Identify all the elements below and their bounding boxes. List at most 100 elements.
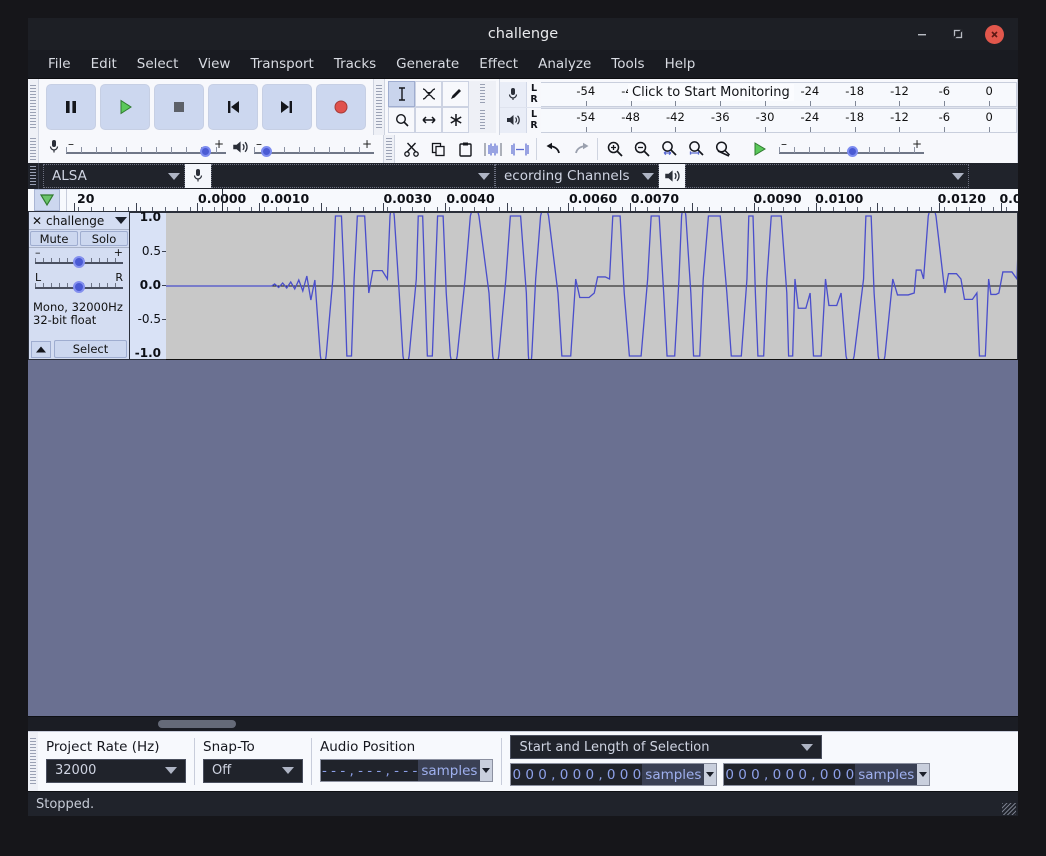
skip-to-end-button[interactable] (262, 84, 312, 130)
selection-length-field[interactable]: 0 0 0 , 0 0 0 , 0 0 0 samples (723, 763, 931, 786)
selection-toolbar-grip[interactable] (28, 732, 38, 791)
meter-toolbars: LR -54 -48 -42 -36 -30 -24 -18 -12 -6 0 Click to … (500, 79, 1018, 135)
close-track-icon[interactable]: ✕ (31, 214, 43, 228)
track-menu-icon[interactable] (115, 217, 127, 224)
audio-position-spinner[interactable] (480, 760, 493, 781)
selection-group: Start and Length of Selection 0 0 0 , 0 … (502, 732, 938, 791)
recording-meter[interactable]: LR -54-48-42-36-30-24-18-12-60 Click to … (500, 81, 1017, 108)
menu-item-tracks[interactable]: Tracks (324, 53, 386, 75)
close-icon[interactable] (985, 24, 1004, 44)
meter-scale-label: -54 (576, 109, 596, 124)
edit-toolbar-separator-2 (597, 138, 598, 160)
zoom-toggle-button[interactable] (709, 136, 736, 162)
selection-length-unit: samples (855, 764, 918, 785)
menu-item-edit[interactable]: Edit (81, 53, 127, 75)
tools-grip-spacer-2 (469, 107, 496, 133)
microphone-icon[interactable] (500, 81, 527, 107)
menu-item-select[interactable]: Select (127, 53, 189, 75)
menu-item-generate[interactable]: Generate (386, 53, 469, 75)
window-controls (913, 18, 1012, 50)
collapse-up-icon[interactable] (31, 340, 51, 358)
fit-project-button[interactable] (682, 136, 709, 162)
menu-item-effect[interactable]: Effect (469, 53, 528, 75)
redo-button[interactable] (567, 136, 594, 162)
paste-button[interactable] (452, 136, 479, 162)
playback-meter[interactable]: LR -54 -48 -42 -36 -30 -24 -18 -12 -6 0 (500, 107, 1017, 133)
maximize-icon[interactable] (949, 25, 967, 43)
selection-mode-combo[interactable]: Start and Length of Selection (510, 735, 823, 759)
menu-item-help[interactable]: Help (655, 53, 706, 75)
envelope-tool-button[interactable] (415, 81, 442, 107)
playback-volume-slider[interactable]: – + (254, 137, 374, 158)
mute-button[interactable]: Mute (30, 231, 78, 246)
zoom-in-button[interactable] (601, 136, 628, 162)
playback-device-select[interactable] (685, 164, 969, 188)
menu-item-view[interactable]: View (188, 53, 240, 75)
minimize-icon[interactable] (913, 25, 931, 43)
menu-item-analyze[interactable]: Analyze (528, 53, 601, 75)
play-button[interactable] (100, 84, 150, 130)
track-gain-slider[interactable]: – + (35, 246, 123, 273)
time-shift-tool-button[interactable] (415, 107, 442, 133)
timeline-left (28, 189, 67, 211)
mixer-toolbar-grip[interactable] (28, 135, 39, 163)
recording-device-select[interactable] (211, 164, 495, 188)
transport-toolbar-grip[interactable] (28, 79, 39, 135)
multi-tool-button[interactable] (442, 107, 469, 133)
zoom-tool-button[interactable] (388, 107, 415, 133)
selection-tool-button[interactable] (388, 81, 415, 107)
trim-audio-button[interactable] (479, 136, 506, 162)
zoom-out-button[interactable] (628, 136, 655, 162)
silence-audio-button[interactable] (506, 136, 533, 162)
project-rate-combo[interactable]: 32000 (46, 758, 186, 783)
microphone-icon (47, 138, 61, 160)
track-area[interactable]: ✕ challenge Mute Solo – + L R Mono, 3200… (28, 212, 1018, 716)
timeline-ruler[interactable]: 200.00000.00100.00300.00400.00600.00700.… (67, 189, 1018, 211)
vertical-ruler[interactable]: 1.0 0.5 0.0 -0.5 -1.0 (130, 212, 166, 360)
speaker-icon (659, 164, 685, 188)
draw-tool-button[interactable] (442, 81, 469, 107)
stop-button[interactable] (154, 84, 204, 130)
menu-item-tools[interactable]: Tools (601, 53, 654, 75)
snap-to-value: Off (212, 763, 232, 778)
edit-toolbar-grip[interactable] (384, 135, 395, 163)
track-format-info: Mono, 32000Hz 32-bit float (29, 298, 129, 327)
scrollbar-thumb[interactable] (158, 720, 236, 728)
skip-to-start-button[interactable] (208, 84, 258, 130)
play-at-speed-button[interactable] (746, 136, 773, 162)
select-button[interactable]: Select (54, 340, 127, 358)
record-button[interactable] (316, 84, 366, 130)
tools-toolbar-grip[interactable] (374, 79, 385, 135)
solo-button[interactable]: Solo (80, 231, 128, 246)
selection-length-spinner[interactable] (917, 764, 930, 785)
audio-position-field[interactable]: - - - , - - - , - - - samples (320, 759, 494, 782)
pause-button[interactable] (46, 84, 96, 130)
waveform-display[interactable] (166, 212, 1018, 360)
track-format-line-2: 32-bit float (33, 313, 97, 327)
recording-volume-slider[interactable]: – + (66, 137, 226, 158)
horizontal-scrollbar[interactable] (28, 716, 1018, 731)
track-pan-slider[interactable]: L R (35, 271, 123, 298)
menu-item-file[interactable]: File (38, 53, 81, 75)
cut-button[interactable] (398, 136, 425, 162)
menu-item-transport[interactable]: Transport (240, 53, 323, 75)
timeline-partial-label: 20 (77, 191, 95, 206)
undo-button[interactable] (540, 136, 567, 162)
pin-play-head-icon[interactable] (34, 189, 60, 211)
chevron-down-icon (795, 743, 819, 751)
window-resize-grip[interactable] (1002, 803, 1016, 815)
copy-button[interactable] (425, 136, 452, 162)
speaker-icon[interactable] (500, 107, 527, 133)
snap-to-combo[interactable]: Off (203, 758, 303, 783)
timeline-label: 0.0130 (999, 191, 1018, 206)
fit-selection-button[interactable] (655, 136, 682, 162)
tools-toolbar (385, 79, 500, 135)
recording-channels-select[interactable]: ecording Channels (495, 164, 659, 188)
selection-start-spinner[interactable] (704, 764, 717, 785)
track-name: challenge (46, 213, 105, 228)
play-speed-slider[interactable]: – + (779, 137, 924, 158)
track-footer: Select (29, 340, 129, 359)
selection-start-field[interactable]: 0 0 0 , 0 0 0 , 0 0 0 samples (510, 763, 718, 786)
audio-host-select[interactable]: ALSA (43, 164, 185, 188)
device-toolbar-grip[interactable] (28, 163, 39, 189)
